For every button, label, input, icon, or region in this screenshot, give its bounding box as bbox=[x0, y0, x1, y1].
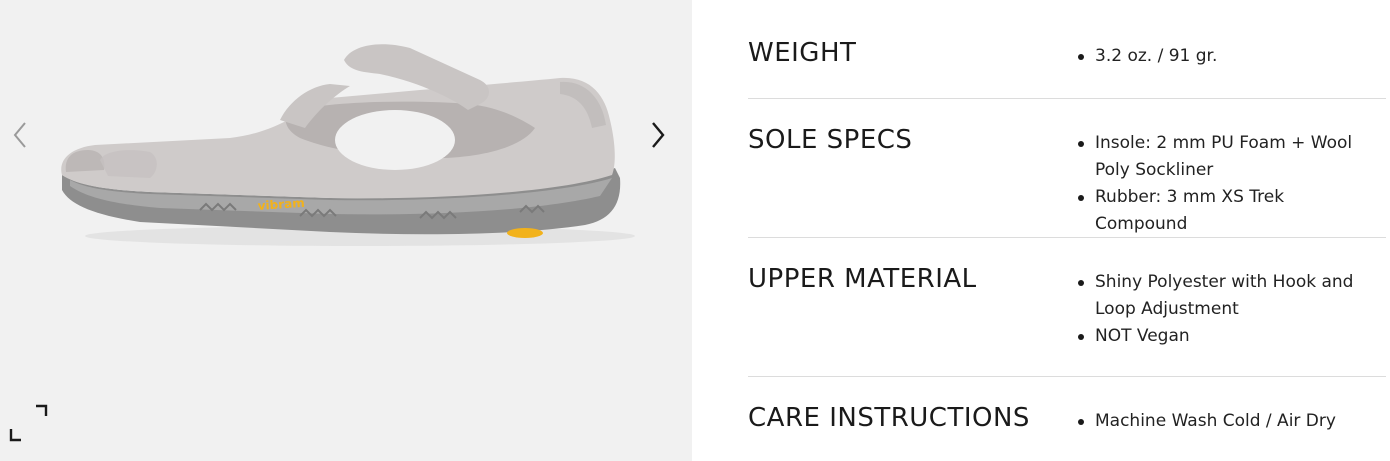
previous-image-button[interactable] bbox=[0, 115, 40, 155]
next-image-button[interactable] bbox=[638, 115, 678, 155]
product-gallery: vibram bbox=[0, 0, 692, 461]
spec-value: Insole: 2 mm PU Foam + Wool Poly Socklin… bbox=[1078, 130, 1378, 184]
spec-label: CARE INSTRUCTIONS bbox=[748, 403, 1030, 433]
spec-values: Insole: 2 mm PU Foam + Wool Poly Socklin… bbox=[1078, 130, 1378, 238]
spec-row-upper: UPPER MATERIAL Shiny Polyester with Hook… bbox=[748, 238, 1386, 377]
specs-table: WEIGHT 3.2 oz. / 91 gr. SOLE SPECS Insol… bbox=[748, 0, 1386, 461]
spec-value: 3.2 oz. / 91 gr. bbox=[1078, 43, 1378, 70]
spec-row-sole: SOLE SPECS Insole: 2 mm PU Foam + Wool P… bbox=[748, 99, 1386, 238]
spec-label: SOLE SPECS bbox=[748, 125, 913, 155]
product-image: vibram bbox=[61, 44, 635, 246]
spec-label: WEIGHT bbox=[748, 38, 857, 68]
spec-value: Shiny Polyester with Hook and Loop Adjus… bbox=[1078, 269, 1378, 323]
spec-values: 3.2 oz. / 91 gr. bbox=[1078, 43, 1378, 70]
spec-value: NOT Vegan bbox=[1078, 323, 1378, 350]
expand-icon bbox=[9, 404, 48, 442]
fullscreen-button[interactable] bbox=[6, 401, 50, 445]
spec-values: Shiny Polyester with Hook and Loop Adjus… bbox=[1078, 269, 1378, 350]
spec-row-care: CARE INSTRUCTIONS Machine Wash Cold / Ai… bbox=[748, 377, 1386, 461]
spec-values: Machine Wash Cold / Air Dry bbox=[1078, 408, 1378, 435]
chevron-right-icon bbox=[652, 122, 665, 148]
spec-label: UPPER MATERIAL bbox=[748, 264, 977, 294]
spec-value: Rubber: 3 mm XS Trek Compound bbox=[1078, 184, 1378, 238]
product-details: vibram WEIGHT 3.2 oz. / 91 gr. SOLE SPEC… bbox=[0, 0, 1390, 461]
spec-value: Machine Wash Cold / Air Dry bbox=[1078, 408, 1378, 435]
chevron-left-icon bbox=[13, 122, 26, 148]
spec-row-weight: WEIGHT 3.2 oz. / 91 gr. bbox=[748, 0, 1386, 99]
